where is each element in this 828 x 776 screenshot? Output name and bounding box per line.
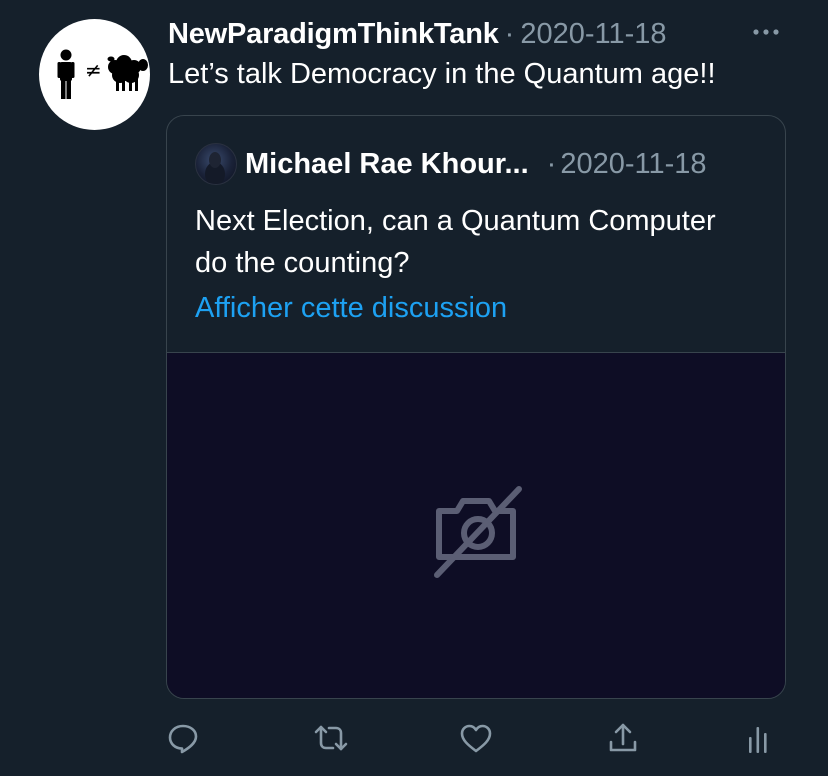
author-avatar[interactable]: ≠ [39,19,150,130]
quoted-tweet-header: Michael Rae Khour... · 2020-11-18 [195,142,707,186]
tweet[interactable]: ≠ NewParadigmThinkTank · 2020-11-18 Let’… [0,0,828,776]
media-unavailable-icon [434,486,522,578]
not-equal-symbol: ≠ [85,58,102,82]
show-thread-link[interactable]: Afficher cette discussion [195,292,507,325]
author-name[interactable]: NewParadigmThinkTank [168,18,499,51]
quoted-header-separator: · [546,147,557,180]
header-separator: · [504,17,515,50]
tweet-header: NewParadigmThinkTank · 2020-11-18 [168,14,667,54]
tweet-text: Let’s talk Democracy in the Quantum age!… [168,58,716,90]
quoted-tweet-text: Next Election, can a Quantum Computer do… [195,205,716,279]
tweet-date[interactable]: 2020-11-18 [520,18,666,51]
retweet-icon[interactable] [311,716,351,760]
quoted-tweet-card[interactable]: Michael Rae Khour... · 2020-11-18 Next E… [166,115,786,699]
like-icon[interactable] [456,716,496,760]
quoted-author-avatar [195,143,237,185]
analytics-icon[interactable] [738,716,778,760]
more-options-icon[interactable] [748,20,784,44]
reply-icon[interactable] [163,716,203,760]
share-icon[interactable] [603,716,643,760]
quoted-author-name: Michael Rae Khour... [245,147,529,180]
quoted-tweet-date: 2020-11-18 [560,147,707,180]
quoted-media[interactable] [167,352,785,698]
tweet-actions [0,716,828,762]
